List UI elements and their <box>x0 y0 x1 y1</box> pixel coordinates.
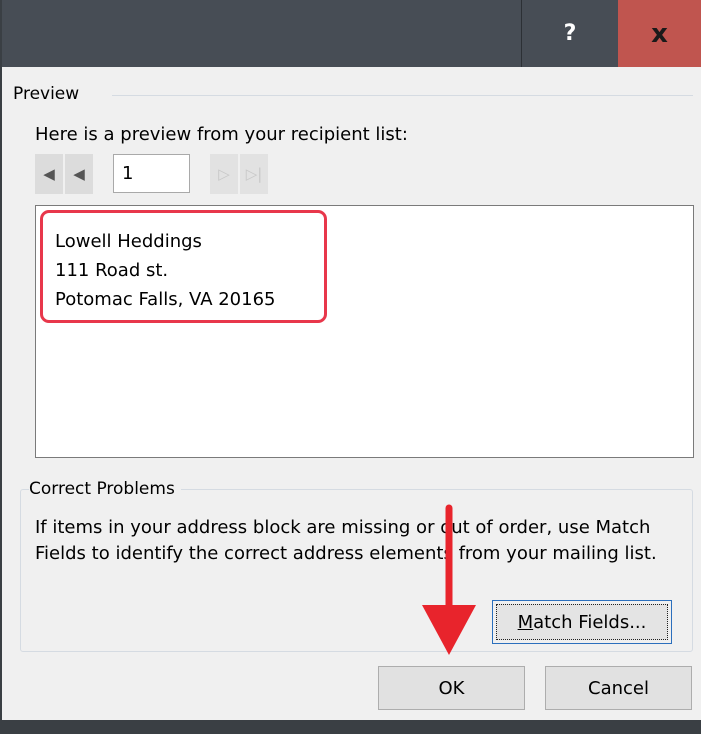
address-line-name: Lowell Heddings <box>55 231 202 252</box>
match-fields-label: atch Fields... <box>533 611 647 633</box>
help-button[interactable]: ? <box>521 0 618 67</box>
next-record-icon: ▷ <box>218 165 230 183</box>
correct-problems-description: If items in your address block are missi… <box>35 517 657 564</box>
address-line-street: 111 Road st. <box>55 260 169 281</box>
match-fields-mnemonic: M <box>517 611 534 633</box>
first-record-button[interactable]: ◀ <box>35 154 63 194</box>
ok-button[interactable]: OK <box>378 666 525 710</box>
first-record-icon: ◀ <box>43 165 55 183</box>
title-bar: ? x <box>2 0 701 67</box>
correct-problems-label: Correct Problems <box>29 479 181 499</box>
preview-group-divider <box>112 95 693 96</box>
address-line-city: Potomac Falls, VA 20165 <box>55 289 276 310</box>
close-icon: x <box>651 18 668 49</box>
preview-intro-text: Here is a preview from your recipient li… <box>35 124 408 145</box>
next-record-button[interactable]: ▷ <box>210 154 238 194</box>
preview-group-label: Preview <box>13 84 86 104</box>
bottom-bar <box>2 720 701 734</box>
close-button[interactable]: x <box>618 0 701 67</box>
match-fields-focus-ring: Match Fields... <box>492 600 672 644</box>
address-block-dialog: ? x Preview Here is a preview from your … <box>0 0 701 734</box>
match-fields-button[interactable]: Match Fields... <box>496 604 668 640</box>
last-record-button[interactable]: ▷| <box>240 154 268 194</box>
cancel-button[interactable]: Cancel <box>545 666 692 710</box>
help-icon: ? <box>563 21 577 46</box>
previous-record-icon: ◀ <box>73 165 85 183</box>
record-number-input[interactable] <box>113 154 190 193</box>
last-record-icon: ▷| <box>245 165 263 183</box>
previous-record-button[interactable]: ◀ <box>65 154 93 194</box>
address-preview-pane: Lowell Heddings 111 Road st. Potomac Fal… <box>35 205 694 458</box>
